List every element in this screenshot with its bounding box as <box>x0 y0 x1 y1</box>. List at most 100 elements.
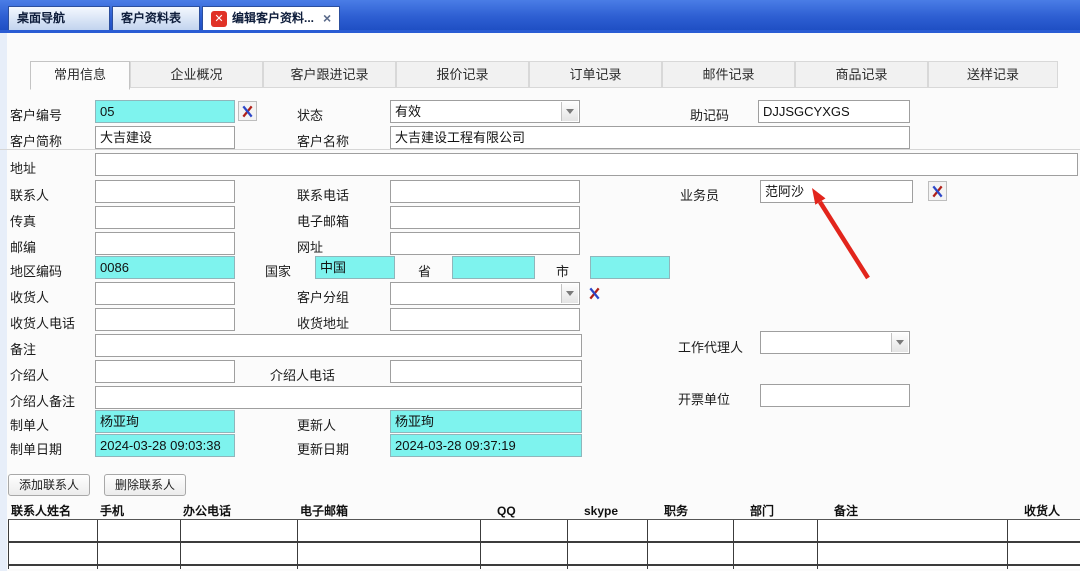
delivery-address-input[interactable] <box>390 308 580 331</box>
region-code-input[interactable]: 0086 <box>95 256 235 279</box>
tab-company-overview[interactable]: 企业概况 <box>130 61 263 88</box>
introducer-remark-input[interactable] <box>95 386 582 409</box>
table-cell[interactable] <box>1008 520 1080 543</box>
table-cell[interactable] <box>1008 543 1080 566</box>
table-cell[interactable] <box>98 520 181 543</box>
chevron-down-icon[interactable] <box>891 333 908 352</box>
table-cell[interactable] <box>734 543 818 566</box>
short-name-label: 客户简称 <box>10 131 62 150</box>
customer-group-select[interactable] <box>390 282 580 305</box>
remark-input[interactable] <box>95 334 582 357</box>
salesman-input[interactable]: 范阿沙 <box>760 180 913 203</box>
table-cell[interactable] <box>568 543 648 566</box>
introducer-input[interactable] <box>95 360 235 383</box>
short-name-input[interactable]: 大吉建设 <box>95 126 235 149</box>
postcode-input[interactable] <box>95 232 235 255</box>
table-cell[interactable] <box>298 566 481 569</box>
table-cell[interactable] <box>818 520 1008 543</box>
table-cell[interactable] <box>648 566 734 569</box>
salesman-label: 业务员 <box>680 185 719 204</box>
table-cell[interactable] <box>568 566 648 569</box>
table-cell[interactable] <box>818 543 1008 566</box>
email-input[interactable] <box>390 206 580 229</box>
country-label: 国家 <box>265 261 291 280</box>
table-cell[interactable] <box>481 543 568 566</box>
table-cell[interactable] <box>98 543 181 566</box>
city-input[interactable] <box>590 256 670 279</box>
form-tab-bar: 常用信息 企业概况 客户跟进记录 报价记录 订单记录 邮件记录 商品记录 送样记… <box>0 61 1080 89</box>
website-input[interactable] <box>390 232 580 255</box>
tab-followup-records[interactable]: 客户跟进记录 <box>263 61 396 88</box>
customer-name-input[interactable]: 大吉建设工程有限公司 <box>390 126 910 149</box>
contacts-table: 联系人姓名 手机 办公电话 电子邮箱 QQ skype 职务 部门 备注 收货人 <box>8 503 1080 569</box>
table-cell[interactable] <box>481 520 568 543</box>
consignee-phone-input[interactable] <box>95 308 235 331</box>
tab-mail-records[interactable]: 邮件记录 <box>662 61 795 88</box>
chevron-down-icon[interactable] <box>561 284 578 303</box>
window-tab-edit-customer[interactable]: ✕ 编辑客户资料... × <box>202 6 340 30</box>
province-input[interactable] <box>452 256 535 279</box>
mnemonic-input[interactable]: DJJSGCYXGS <box>758 100 910 123</box>
remark-label: 备注 <box>10 339 36 358</box>
updater-input[interactable]: 杨亚珣 <box>390 410 582 433</box>
window-tab-desktop-nav[interactable]: 桌面导航 <box>8 6 110 30</box>
status-value: 有效 <box>395 101 421 122</box>
invoice-unit-input[interactable] <box>760 384 910 407</box>
introducer-phone-input[interactable] <box>390 360 582 383</box>
table-cell[interactable] <box>298 543 481 566</box>
table-cell[interactable] <box>181 543 298 566</box>
table-cell[interactable] <box>648 520 734 543</box>
table-cell[interactable] <box>181 566 298 569</box>
update-date-label: 更新日期 <box>297 439 349 458</box>
creator-input[interactable]: 杨亚珣 <box>95 410 235 433</box>
col-office-phone: 办公电话 <box>180 503 297 520</box>
postcode-label: 邮编 <box>10 237 36 256</box>
website-label: 网址 <box>297 237 323 256</box>
address-input[interactable] <box>95 153 1078 176</box>
contact-phone-label: 联系电话 <box>297 185 349 204</box>
table-cell[interactable] <box>568 520 648 543</box>
email-label: 电子邮箱 <box>297 211 349 230</box>
table-cell[interactable] <box>9 566 98 569</box>
table-cell[interactable] <box>1008 566 1080 569</box>
col-position: 职务 <box>647 503 733 520</box>
table-cell[interactable] <box>98 566 181 569</box>
window-tab-customer-table[interactable]: 客户资料表 <box>112 6 200 30</box>
country-input[interactable]: 中国 <box>315 256 395 279</box>
tab-sample-records[interactable]: 送样记录 <box>928 61 1058 88</box>
add-contact-button[interactable]: 添加联系人 <box>8 474 90 496</box>
consignee-input[interactable] <box>95 282 235 305</box>
tab-product-records[interactable]: 商品记录 <box>795 61 928 88</box>
table-cell[interactable] <box>9 520 98 543</box>
customer-group-label: 客户分组 <box>297 287 349 306</box>
work-agent-select[interactable] <box>760 331 910 354</box>
chevron-down-icon[interactable] <box>561 102 578 121</box>
tab-quote-records[interactable]: 报价记录 <box>396 61 529 88</box>
table-cell[interactable] <box>481 566 568 569</box>
contact-input[interactable] <box>95 180 235 203</box>
table-cell[interactable] <box>818 566 1008 569</box>
table-row-partial <box>8 566 1080 569</box>
customer-no-lookup-x-icon[interactable] <box>238 101 257 121</box>
salesman-lookup-x-icon[interactable] <box>928 181 947 201</box>
table-cell[interactable] <box>648 543 734 566</box>
col-mobile: 手机 <box>97 503 180 520</box>
tab-order-records[interactable]: 订单记录 <box>529 61 662 88</box>
tab-common-info[interactable]: 常用信息 <box>30 61 130 90</box>
table-cell[interactable] <box>298 520 481 543</box>
window-tab-bar: 桌面导航 客户资料表 ✕ 编辑客户资料... × <box>0 0 1080 30</box>
table-cell[interactable] <box>734 566 818 569</box>
fax-input[interactable] <box>95 206 235 229</box>
table-cell[interactable] <box>181 520 298 543</box>
tab-close-icon[interactable]: × <box>323 7 331 30</box>
customer-no-input[interactable]: 05 <box>95 100 235 123</box>
table-cell[interactable] <box>734 520 818 543</box>
create-date-input[interactable]: 2024-03-28 09:03:38 <box>95 434 235 457</box>
status-select[interactable]: 有效 <box>390 100 580 123</box>
customer-group-clear-x-icon[interactable] <box>585 283 604 303</box>
table-cell[interactable] <box>9 543 98 566</box>
fax-label: 传真 <box>10 211 36 230</box>
update-date-input[interactable]: 2024-03-28 09:37:19 <box>390 434 582 457</box>
contact-phone-input[interactable] <box>390 180 580 203</box>
delete-contact-button[interactable]: 删除联系人 <box>104 474 186 496</box>
